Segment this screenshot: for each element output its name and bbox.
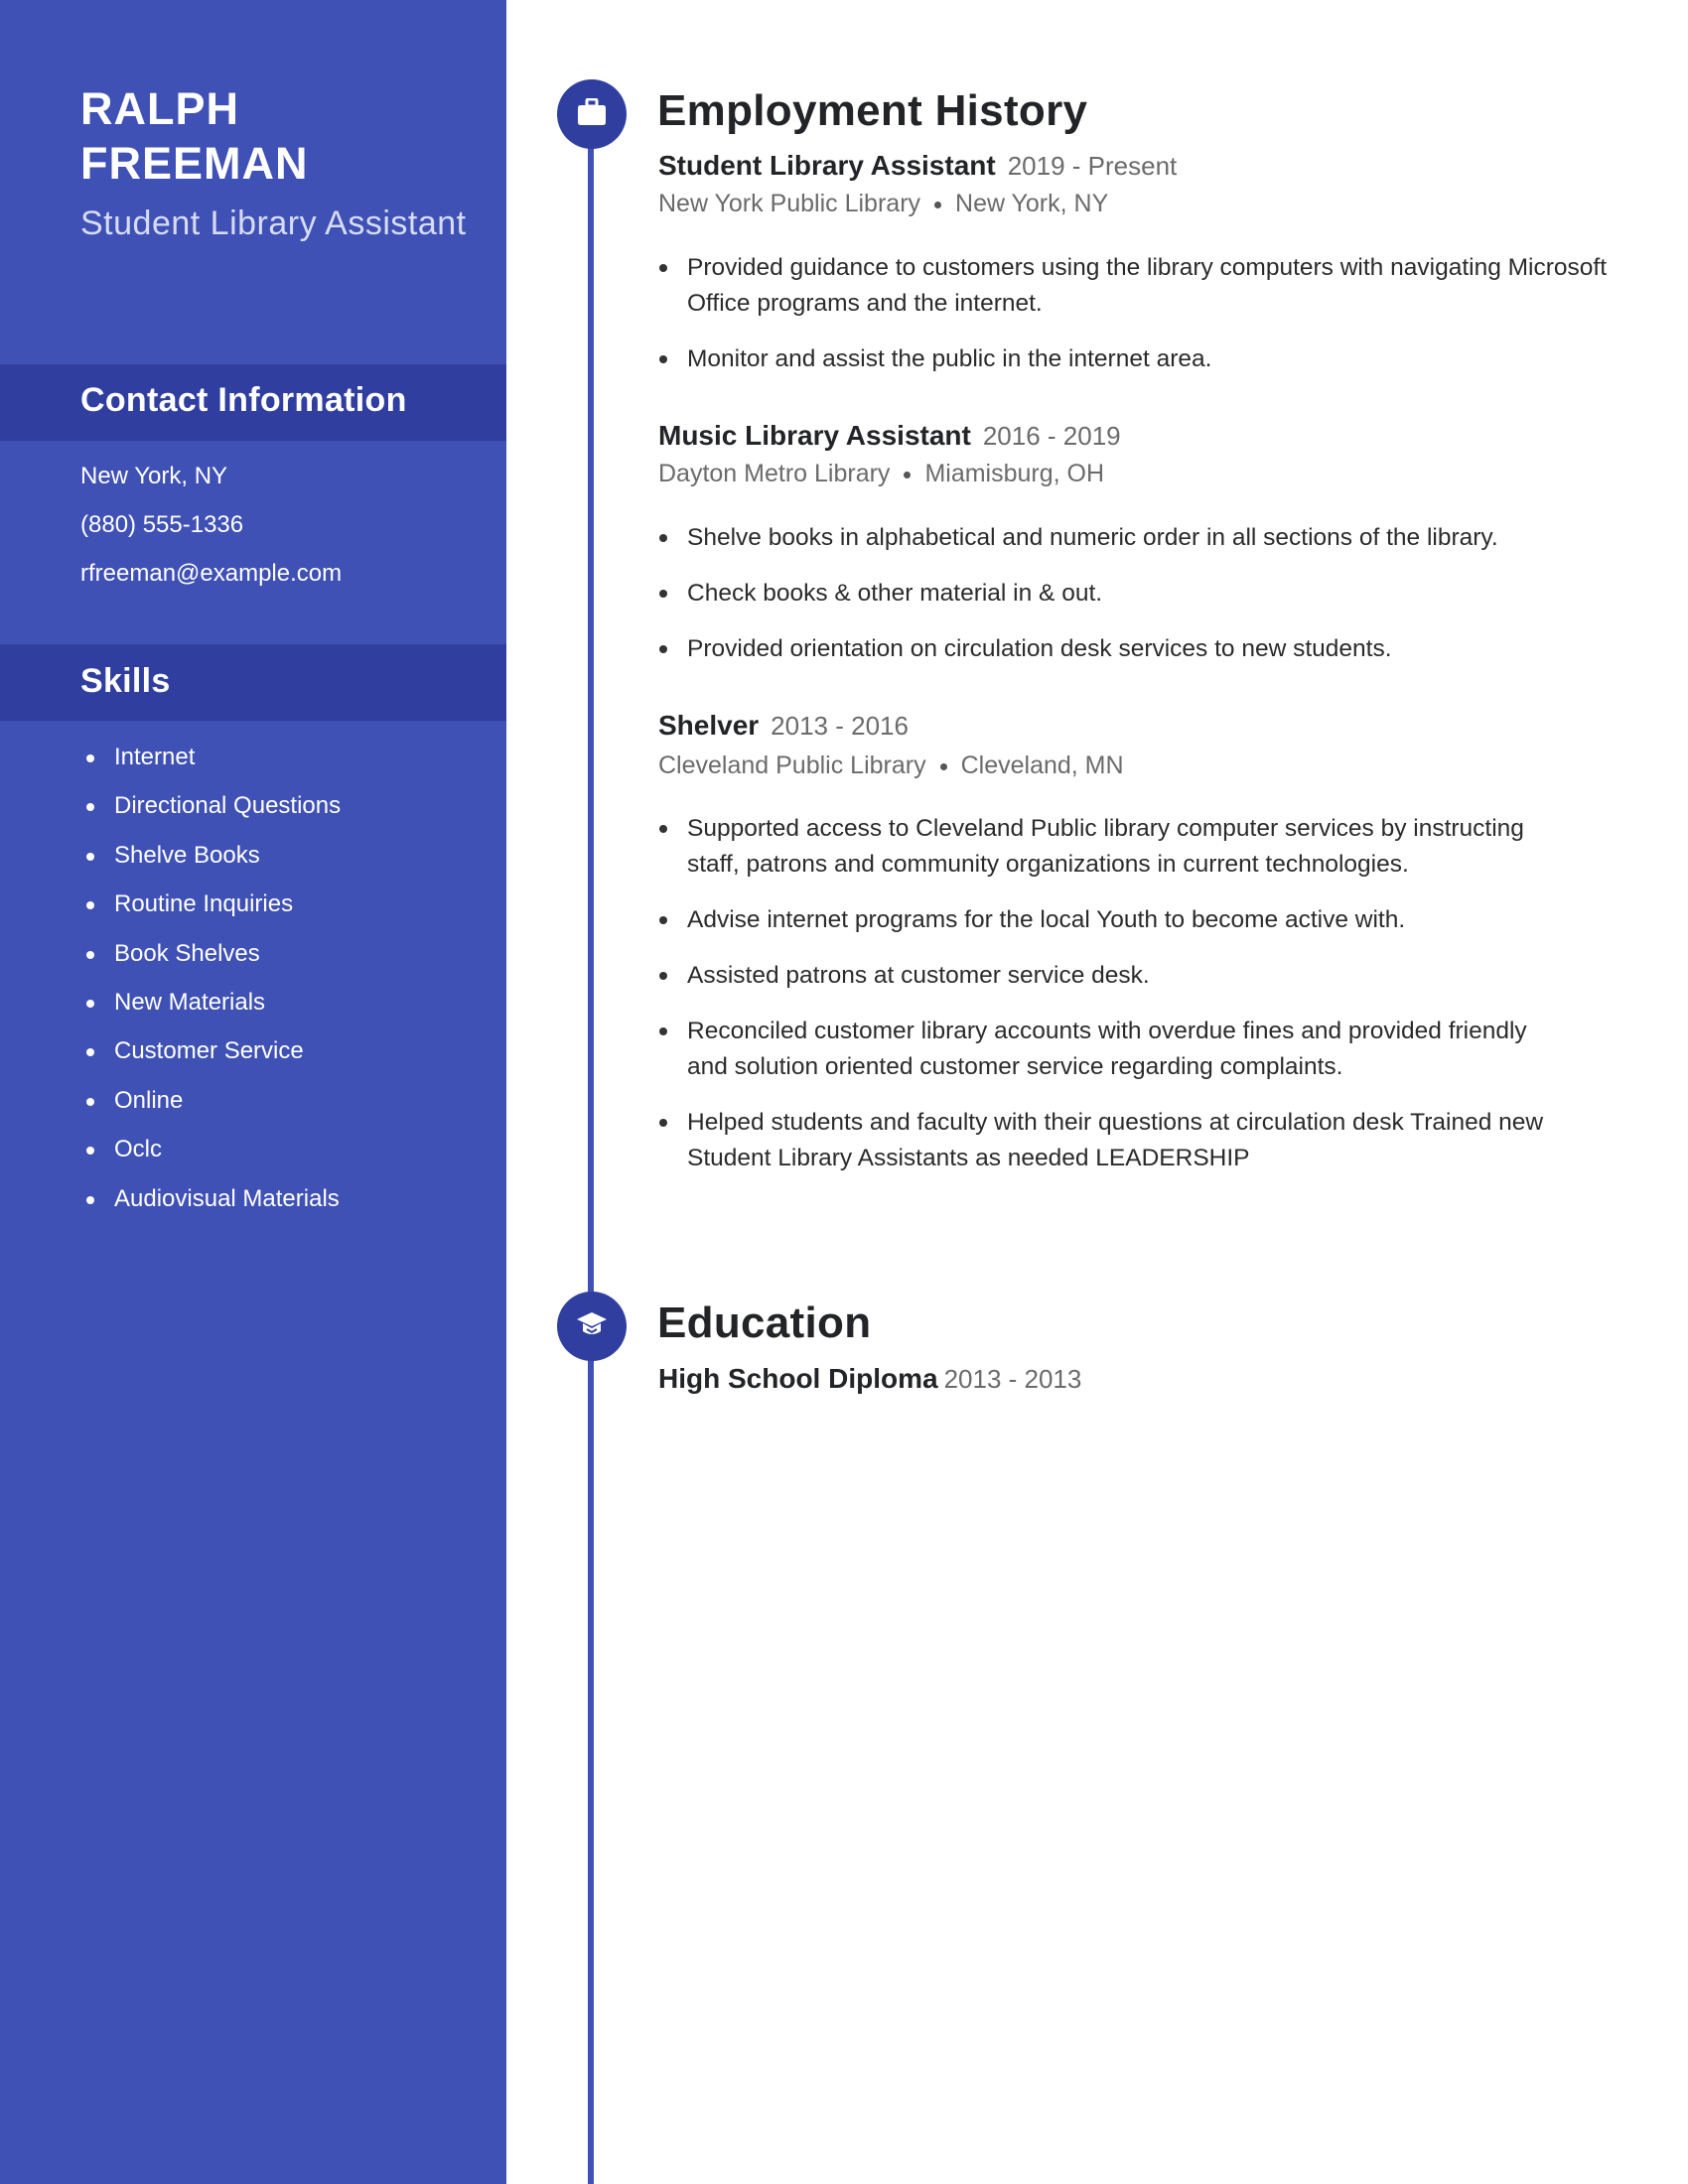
job-employer: New York Public Library	[658, 190, 921, 217]
job-meta: Cleveland Public Library Cleveland, MN	[658, 751, 1124, 780]
contact-email[interactable]: rfreeman@example.com	[80, 560, 342, 588]
job-meta: Dayton Metro Library Miamisburg, OH	[658, 460, 1104, 488]
job-employer: Cleveland Public Library	[658, 751, 926, 779]
skill-item: Shelve Books	[80, 839, 341, 887]
skill-item: Audiovisual Materials	[80, 1182, 341, 1231]
candidate-title: Student Library Assistant	[80, 205, 467, 242]
skill-item: New Materials	[80, 986, 341, 1034]
last-name: FREEMAN	[80, 138, 309, 189]
skills-heading: Skills	[80, 662, 171, 700]
job-title: Music Library Assistant	[658, 420, 971, 451]
candidate-name: RALPH FREEMAN	[80, 81, 309, 191]
education-entry: High School Diploma 2013 - 2013	[658, 1363, 1081, 1395]
job-bullets: Shelve books in alphabetical and numeric…	[658, 520, 1612, 687]
bullet-item: Advise internet programs for the local Y…	[658, 902, 1572, 938]
separator-dot	[904, 471, 912, 478]
job-bullets: Supported access to Cleveland Public lib…	[658, 811, 1572, 1196]
skill-item: Oclc	[80, 1133, 341, 1181]
skill-item: Book Shelves	[80, 937, 341, 986]
skill-item: Internet	[80, 741, 341, 789]
degree-dates: 2013 - 2013	[943, 1364, 1082, 1394]
job-bullets: Provided guidance to customers using the…	[658, 250, 1612, 397]
job-header: Shelver 2013 - 2016	[658, 710, 909, 742]
job-meta: New York Public Library New York, NY	[658, 190, 1108, 218]
bullet-item: Assisted patrons at customer service des…	[658, 958, 1572, 994]
job-title: Shelver	[658, 710, 760, 741]
skills-header-band: Skills	[0, 644, 506, 721]
briefcase-icon	[577, 97, 607, 131]
separator-dot	[934, 201, 942, 208]
skill-item: Directional Questions	[80, 789, 341, 838]
bullet-item: Shelve books in alphabetical and numeric…	[658, 520, 1612, 556]
bullet-item: Supported access to Cleveland Public lib…	[658, 811, 1572, 883]
job-header: Student Library Assistant 2019 - Present	[658, 150, 1177, 182]
skill-item: Customer Service	[80, 1034, 341, 1083]
job-title: Student Library Assistant	[658, 150, 996, 181]
contact-heading: Contact Information	[80, 381, 407, 419]
skills-list: Internet Directional Questions Shelve Bo…	[80, 741, 341, 1231]
job-dates: 2013 - 2016	[771, 711, 909, 741]
skill-item: Online	[80, 1084, 341, 1133]
contact-header-band: Contact Information	[0, 364, 506, 441]
graduation-cap-icon	[576, 1310, 608, 1343]
degree-name: High School Diploma	[658, 1363, 938, 1394]
education-heading: Education	[657, 1298, 872, 1347]
job-location: Cleveland, MN	[960, 751, 1124, 779]
bullet-item: Check books & other material in & out.	[658, 576, 1612, 612]
job-employer: Dayton Metro Library	[658, 460, 891, 487]
skill-item: Routine Inquiries	[80, 887, 341, 936]
bullet-item: Provided guidance to customers using the…	[658, 250, 1612, 322]
employment-heading: Employment History	[657, 86, 1088, 135]
first-name: RALPH	[80, 83, 239, 134]
timeline-line	[588, 114, 594, 2184]
sidebar: RALPH FREEMAN Student Library Assistant …	[0, 0, 506, 2184]
bullet-item: Provided orientation on circulation desk…	[658, 631, 1612, 667]
contact-phone[interactable]: (880) 555-1336	[80, 511, 243, 539]
separator-dot	[939, 762, 947, 770]
job-dates: 2016 - 2019	[982, 421, 1121, 451]
job-header: Music Library Assistant 2016 - 2019	[658, 420, 1121, 452]
bullet-item: Reconciled customer library accounts wit…	[658, 1014, 1572, 1085]
contact-location: New York, NY	[80, 463, 228, 489]
job-location: New York, NY	[955, 190, 1109, 217]
job-location: Miamisburg, OH	[924, 460, 1105, 487]
job-dates: 2019 - Present	[1007, 151, 1178, 181]
bullet-item: Helped students and faculty with their q…	[658, 1105, 1572, 1176]
education-node	[557, 1292, 627, 1361]
bullet-item: Monitor and assist the public in the int…	[658, 341, 1612, 377]
employment-node	[557, 79, 627, 149]
